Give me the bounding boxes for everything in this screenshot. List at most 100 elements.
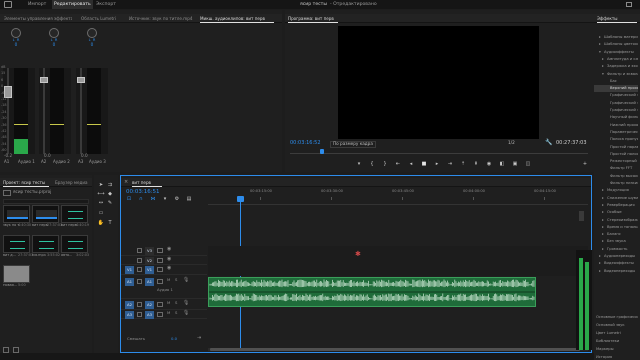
menu-export[interactable]: Экспорт [96,0,116,9]
project-item[interactable]: вит д... 27:37:03 [3,235,33,263]
razor-tool-icon[interactable]: ◆ [106,191,114,198]
mute-button[interactable]: M [167,300,170,305]
playhead-timecode[interactable]: 00:03:16:52 [290,140,321,147]
lift-icon[interactable]: ⇡ [459,161,467,168]
tab-media-browser[interactable]: Браузер медиа [55,178,91,187]
effect-item[interactable]: ▸ Снижение шума [594,195,638,202]
clip-thumbnail[interactable] [3,265,30,283]
video-preview[interactable] [338,26,539,139]
pan-value[interactable]: 0 [49,42,59,48]
eye-icon[interactable]: ◉ [167,265,171,272]
type-tool-icon[interactable]: T [106,220,114,227]
track-target[interactable]: A1 [145,277,154,286]
effect-item[interactable]: Графический эквалайзер [594,100,638,107]
track-select-icon[interactable]: ⇉ [106,182,114,189]
lock-icon[interactable] [137,257,142,263]
effect-item[interactable]: Верхний проход [594,85,638,92]
fullscreen-icon[interactable] [626,2,632,7]
slip-tool-icon[interactable]: ↔ [97,200,105,207]
film-icon[interactable] [157,248,163,253]
effect-item[interactable]: ▸ Шаблоны цветоко. [594,41,638,48]
effect-item[interactable]: ▸ Видеопереходы [594,268,638,275]
track-target[interactable]: V3 [145,247,154,255]
settings-wrench-icon[interactable]: ⚙ [174,196,180,203]
track-target[interactable]: A3 [145,310,154,319]
wrench-icon[interactable]: 🔧 [545,139,552,147]
film-icon[interactable] [157,267,163,272]
project-item[interactable]: вит перв...4:40:19 [61,205,89,233]
timeline-timecode[interactable]: 00:03:16:51 [126,189,160,195]
scroll-thumb[interactable] [210,348,580,351]
step-back-icon[interactable]: ◂ [407,161,415,168]
track-target[interactable]: V1 [145,266,154,274]
tab-lumetri-scopes[interactable]: Область Lumetri [81,14,125,23]
playhead-handle[interactable] [237,196,244,202]
audio-clip[interactable] [208,277,536,307]
panel-link[interactable]: Цвет Lumetri [594,330,638,337]
rectangle-tool-icon[interactable]: ▭ [97,210,105,217]
mic-icon[interactable]: 🎙 [183,310,189,317]
video-tracks-area[interactable] [208,246,588,276]
selection-tool-icon[interactable]: ➤ [97,182,105,189]
eye-icon[interactable]: ◉ [167,246,171,253]
effect-item[interactable]: ▸Амплитуда и сжатие [594,56,638,63]
fader-handle[interactable] [40,77,48,83]
film-icon[interactable] [157,257,163,263]
project-item[interactable]: Новая... 5:00 [3,265,30,293]
panel-link[interactable]: Библиотеки [594,338,638,345]
nest-icon[interactable]: ⊡ [126,196,132,203]
clip-thumbnail[interactable] [61,235,88,253]
source-patch[interactable]: A3 [125,310,134,319]
pan-knob[interactable] [87,28,97,38]
add-button-icon[interactable]: + [581,161,589,168]
effect-item[interactable]: Режекторный фильтр [594,158,638,165]
effect-item[interactable]: ▸ Особые [594,209,638,216]
lock-icon[interactable] [137,311,142,317]
mic-icon[interactable]: 🎙 [183,300,189,307]
linked-selection-icon[interactable]: ⋈ [150,196,156,203]
effect-item[interactable]: Графический эквалайзер [594,107,638,114]
sync-lock-icon[interactable] [157,302,163,307]
fader-handle[interactable] [77,77,85,83]
go-to-out-icon[interactable]: ⇥ [446,161,454,168]
effect-item[interactable]: ▸ Громкость [594,246,638,253]
lock-icon[interactable] [137,278,142,284]
snap-icon[interactable]: ∩ [138,196,144,203]
skip-end-icon[interactable]: ⇥ [197,335,201,342]
project-item[interactable]: вит перв 27:37:03 [32,205,62,233]
effect-item[interactable]: ▸Шаблоны материала [594,34,638,41]
effect-item[interactable]: ▾Фильтр и эквалайзер [594,71,638,78]
captions-icon[interactable]: ▤ [186,196,192,203]
effect-item[interactable]: ▾ Аудиоэффекты [594,49,638,56]
timeline-scrollbar[interactable] [579,211,584,221]
effect-item[interactable]: Нижний проход [594,122,638,129]
effect-item[interactable]: ▸ Без звука [594,238,638,245]
effect-item[interactable]: Бас [594,78,638,85]
go-to-in-icon[interactable]: ⇤ [394,161,402,168]
tab-project[interactable]: Проект: ясир тесты [3,178,49,187]
effect-item[interactable]: Простой полосовой [594,151,638,158]
project-item[interactable]: авто... 3:02:03 [61,235,89,263]
add-marker-icon[interactable]: ▾ [162,196,168,203]
marker-icon[interactable]: ▾ [355,161,363,168]
solo-button[interactable]: S [175,300,177,305]
mic-icon[interactable]: 🎙 [183,277,189,284]
effect-item[interactable]: Простой параметрический [594,144,638,151]
panel-link[interactable]: История [594,354,638,360]
project-item[interactable]: vid.mp4 3:55:02 [32,235,60,263]
close-icon[interactable]: × [124,179,128,186]
eye-icon[interactable]: ◉ [167,256,171,263]
source-patch[interactable]: V1 [125,266,134,274]
effect-item[interactable]: ▸Время и тональность [594,224,638,231]
pan-knob[interactable] [49,28,59,38]
effect-item[interactable]: ▸ Модуляция [594,187,638,194]
pan-value[interactable]: 0 [11,42,21,48]
lock-icon[interactable] [137,248,142,253]
monitor-scrubber[interactable] [290,149,588,154]
timeline-horizontal-scrollbar[interactable] [208,348,588,351]
mark-in-icon[interactable]: { [368,161,376,168]
track-target[interactable]: V2 [145,256,154,265]
menu-import[interactable]: Импорт [28,0,46,9]
clip-thumbnail[interactable] [3,235,30,253]
overlay-icon[interactable]: ▣ [511,161,519,168]
